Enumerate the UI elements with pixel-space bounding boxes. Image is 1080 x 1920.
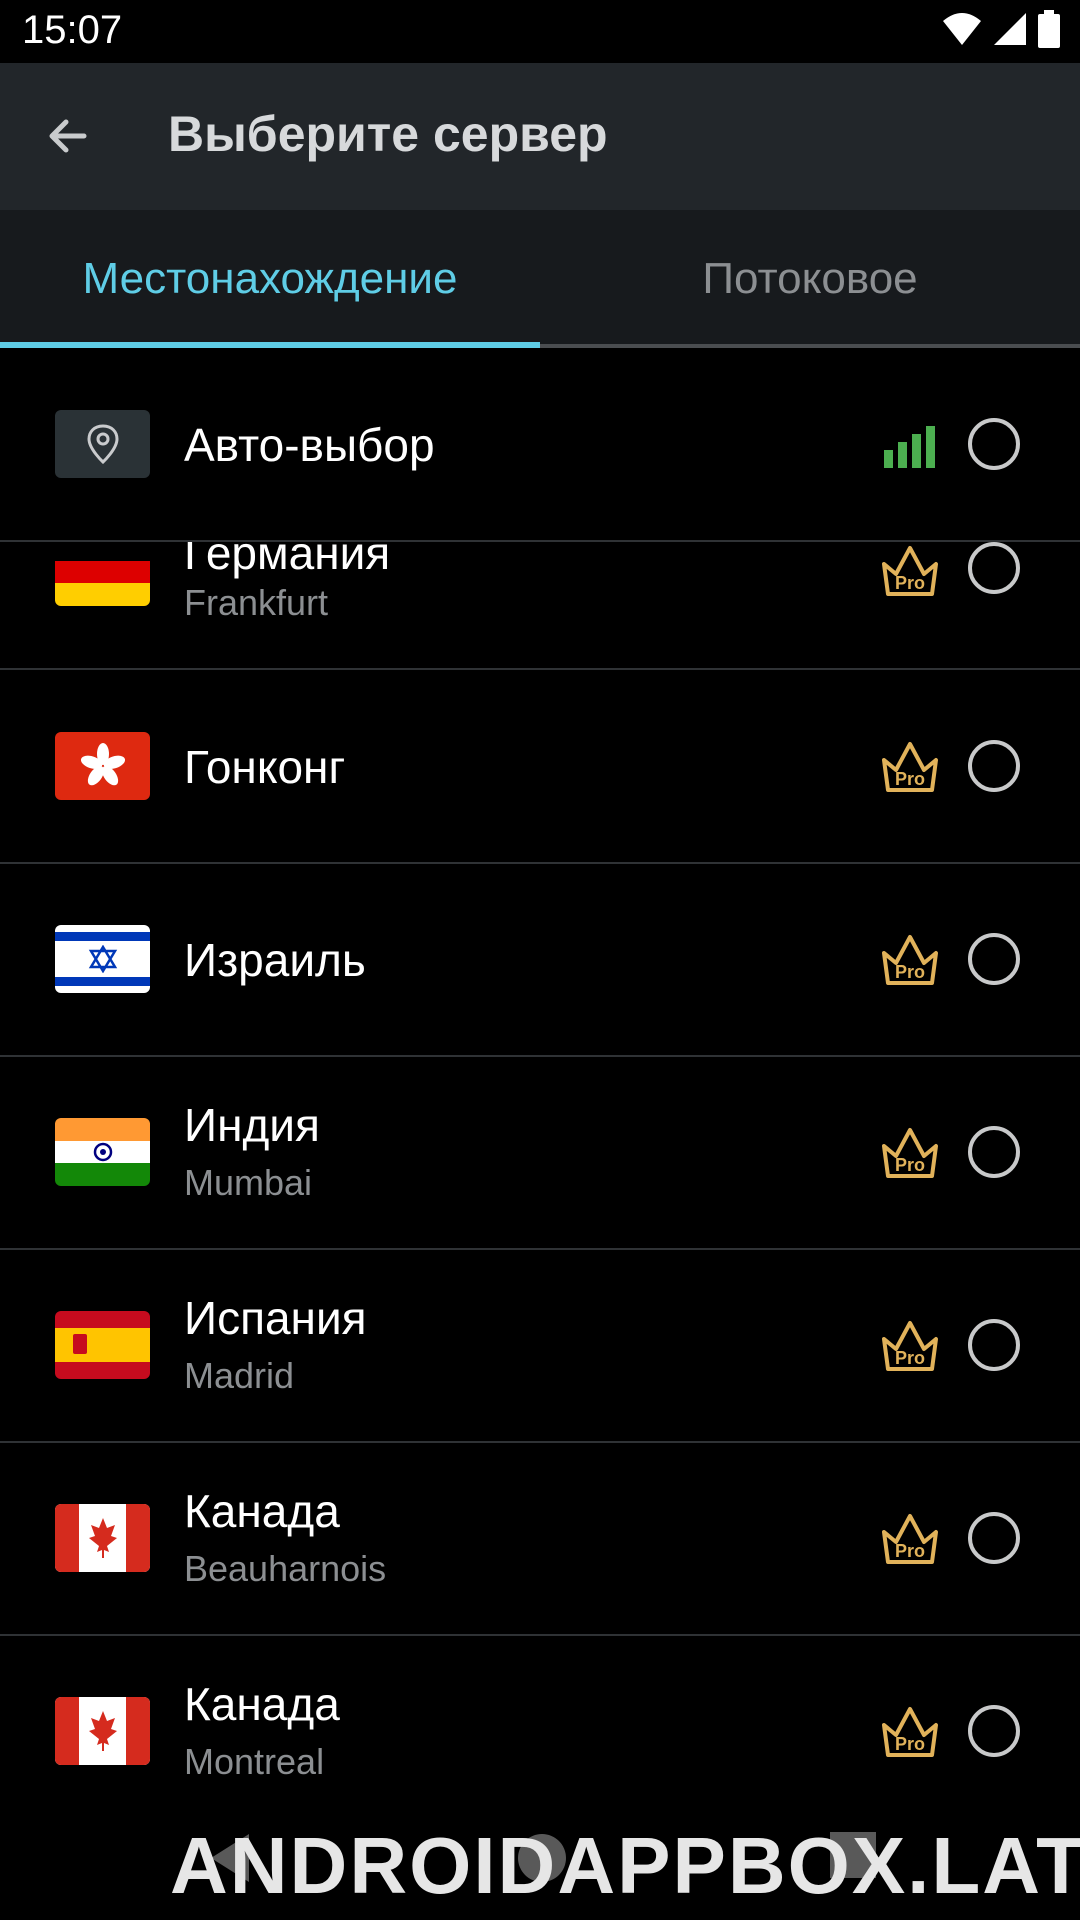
- country-name: Гонконг: [184, 741, 346, 793]
- radio-button[interactable]: [968, 740, 1020, 792]
- tab-streaming[interactable]: Потоковое: [540, 210, 1080, 348]
- signal-strength-icon: [884, 426, 935, 468]
- battery-icon: [1038, 10, 1060, 48]
- back-arrow-icon: [49, 119, 87, 153]
- watermark: ANDROIDAPPBOX.LAT: [170, 1821, 1080, 1910]
- radio-button[interactable]: [968, 542, 1020, 594]
- radio-button[interactable]: [968, 418, 1020, 470]
- svg-text:Pro: Pro: [895, 1541, 925, 1561]
- server-row[interactable]: Канада Montreal Pro: [0, 1635, 1080, 1827]
- country-name: Израиль: [184, 934, 366, 986]
- status-bar: 15:07: [0, 0, 1080, 63]
- canada-flag-icon: [55, 1697, 150, 1765]
- pro-crown-icon: Pro: [882, 935, 938, 985]
- back-button[interactable]: [30, 98, 106, 174]
- svg-text:Pro: Pro: [895, 1155, 925, 1175]
- country-name: Канада: [184, 1678, 340, 1730]
- radio-button[interactable]: [968, 1512, 1020, 1564]
- page-title: Выберите сервер: [168, 106, 608, 162]
- pro-crown-icon: Pro: [882, 1321, 938, 1371]
- city-name: Mumbai: [184, 1162, 313, 1203]
- server-row-auto[interactable]: Авто-выбор: [0, 348, 1080, 542]
- city-name: Montreal: [184, 1741, 325, 1782]
- server-row[interactable]: Гонконг Pro: [0, 670, 1080, 864]
- server-row[interactable]: Канада Beauharnois Pro: [0, 1442, 1080, 1636]
- svg-text:Pro: Pro: [895, 769, 925, 789]
- city-name: Madrid: [184, 1355, 295, 1396]
- india-flag-icon: [55, 1118, 150, 1186]
- radio-button[interactable]: [968, 1126, 1020, 1178]
- wifi-icon: [943, 13, 981, 45]
- server-row[interactable]: Израиль Pro: [0, 863, 1080, 1057]
- status-time: 15:07: [22, 8, 123, 52]
- svg-text:Pro: Pro: [895, 1348, 925, 1368]
- server-list[interactable]: Авто-выбор Германия Frankfurt Pro Гонкон…: [0, 348, 1080, 1920]
- canada-flag-icon: [55, 1504, 150, 1572]
- server-row[interactable]: Испания Madrid Pro: [0, 1249, 1080, 1443]
- country-name: Индия: [184, 1099, 320, 1151]
- pro-crown-icon: Pro: [882, 546, 938, 596]
- israel-flag-icon: [55, 925, 150, 993]
- spain-flag-icon: [55, 1311, 150, 1379]
- germany-flag-icon: [55, 538, 150, 606]
- pro-crown-icon: Pro: [882, 1707, 938, 1757]
- radio-button[interactable]: [968, 933, 1020, 985]
- city-name: Frankfurt: [184, 582, 329, 623]
- status-icons: [942, 10, 1060, 48]
- country-name: Испания: [184, 1292, 367, 1344]
- pro-crown-icon: Pro: [882, 1128, 938, 1178]
- location-pin-icon: [55, 410, 150, 478]
- pro-crown-icon: Pro: [882, 742, 938, 792]
- tab-bar: Местонахождение Потоковое: [0, 210, 1080, 348]
- radio-button[interactable]: [968, 1705, 1020, 1757]
- radio-button[interactable]: [968, 1319, 1020, 1371]
- server-row[interactable]: Индия Mumbai Pro: [0, 1056, 1080, 1250]
- svg-text:Pro: Pro: [895, 962, 925, 982]
- hong-kong-flag-icon: [55, 732, 150, 800]
- country-name: Канада: [184, 1485, 340, 1537]
- app-bar: Выберите сервер: [0, 63, 1080, 210]
- tab-location[interactable]: Местонахождение: [0, 210, 540, 348]
- svg-text:Pro: Pro: [895, 1734, 925, 1754]
- pro-crown-icon: Pro: [882, 1514, 938, 1564]
- auto-select-label: Авто-выбор: [184, 419, 435, 471]
- svg-text:Pro: Pro: [895, 573, 925, 593]
- city-name: Beauharnois: [184, 1548, 387, 1589]
- cell-signal-icon: [994, 13, 1026, 45]
